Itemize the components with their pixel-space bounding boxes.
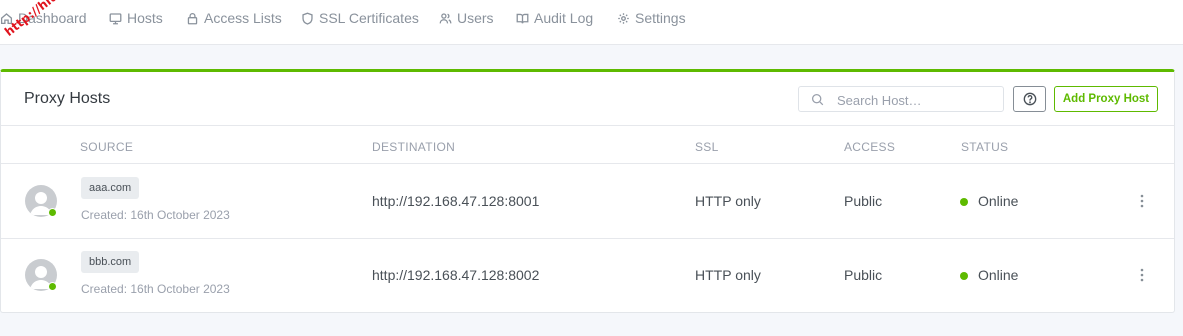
gear-icon [618,12,629,24]
search-input[interactable] [837,91,997,109]
column-header-access: ACCESS [844,140,896,154]
kebab-menu-icon [1140,268,1144,282]
question-circle-icon [1023,92,1036,106]
ssl-cell: HTTP only [695,267,761,283]
nav-settings-label: Settings [635,10,686,26]
column-header-status: STATUS [961,140,1009,154]
nav-users-label: Users [457,10,494,26]
destination-cell: http://192.168.47.128:8001 [372,193,540,209]
search-icon [811,93,824,106]
access-cell: Public [844,267,883,283]
users-icon [439,12,452,23]
destination-cell: http://192.168.47.128:8002 [372,267,540,283]
column-header-source: SOURCE [80,140,134,154]
kebab-menu-icon [1140,194,1144,208]
nav-ssl-certificates-label: SSL Certificates [319,10,419,26]
status-cell: Online [978,193,1019,209]
created-date: Created: 16th October 2023 [81,208,230,222]
proxy-hosts-card: Proxy Hosts Add Proxy Host SOURCE DESTIN… [0,69,1175,313]
monitor-icon [109,12,122,24]
column-header-ssl: SSL [695,140,719,154]
column-header-destination: DESTINATION [372,140,456,154]
nav-audit-log-label: Audit Log [534,10,594,26]
nav-hosts-label: Hosts [127,10,163,26]
nav-ssl-certificates[interactable]: SSL Certificates [301,8,419,28]
top-nav: Dashboard Hosts Access Lists SSL Certifi… [0,0,1183,45]
shield-icon [302,12,313,25]
status-dot [960,272,968,280]
add-proxy-host-button[interactable]: Add Proxy Host [1054,86,1158,112]
nav-users[interactable]: Users [439,8,494,28]
created-date: Created: 16th October 2023 [81,282,230,296]
nav-hosts[interactable]: Hosts [109,8,163,28]
search-box [798,86,1004,112]
ssl-cell: HTTP only [695,193,761,209]
help-button[interactable] [1013,86,1046,112]
status-cell: Online [978,267,1019,283]
lock-icon [187,12,198,24]
host-tag[interactable]: bbb.com [81,251,140,273]
nav-access-lists[interactable]: Access Lists [186,8,282,28]
card-title: Proxy Hosts [24,90,111,107]
header-divider [1,125,1174,126]
row-menu-button[interactable] [1137,267,1147,283]
access-cell: Public [844,193,883,209]
nav-settings[interactable]: Settings [617,8,686,28]
avatar-online-dot [48,208,57,217]
book-icon [516,13,529,23]
table-row: bbb.com Created: 16th October 2023 http:… [1,239,1174,313]
row-menu-button[interactable] [1137,193,1147,209]
host-tag[interactable]: aaa.com [81,177,140,199]
avatar-online-dot [48,282,57,291]
table-row: aaa.com Created: 16th October 2023 http:… [1,164,1174,238]
status-dot [960,198,968,206]
nav-audit-log[interactable]: Audit Log [516,8,593,28]
nav-access-lists-label: Access Lists [204,10,282,26]
